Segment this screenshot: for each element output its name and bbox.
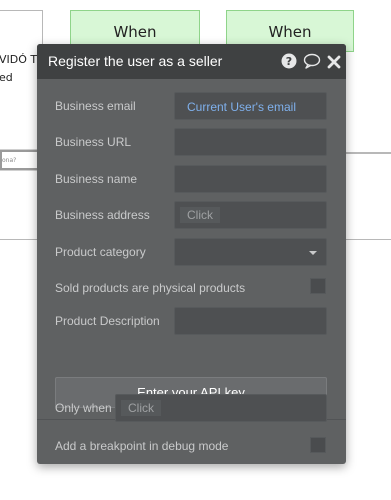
breakpoint-row: Add a breakpoint in debug mode bbox=[37, 432, 346, 462]
only-when-placeholder: Click bbox=[121, 400, 161, 416]
business-url-row: Business URL bbox=[37, 128, 346, 158]
when-event-card-label: When bbox=[268, 23, 312, 41]
background-input-text: ona? bbox=[2, 157, 17, 164]
business-address-placeholder: Click bbox=[180, 207, 220, 223]
business-email-field[interactable]: Current User's email bbox=[174, 92, 327, 120]
business-address-field[interactable]: Click bbox=[174, 201, 327, 229]
background-card-text-line2: ed bbox=[0, 71, 13, 84]
physical-products-row: Sold products are physical products bbox=[37, 274, 346, 304]
product-category-label: Product category bbox=[55, 245, 146, 259]
only-when-label: Only when bbox=[55, 401, 112, 415]
only-when-field[interactable]: Click bbox=[115, 394, 327, 422]
product-description-row: Product Description bbox=[37, 307, 346, 337]
background-group-panel bbox=[345, 152, 391, 240]
product-description-label: Product Description bbox=[55, 314, 160, 328]
close-icon[interactable] bbox=[327, 54, 341, 69]
product-category-row: Product category bbox=[37, 238, 346, 268]
business-name-label: Business name bbox=[55, 172, 138, 186]
breakpoint-label: Add a breakpoint in debug mode bbox=[55, 439, 229, 453]
modal-header[interactable]: Register the user as a seller ? bbox=[37, 44, 346, 79]
business-url-label: Business URL bbox=[55, 135, 132, 149]
business-name-row: Business name bbox=[37, 165, 346, 195]
business-name-field[interactable] bbox=[174, 165, 327, 193]
when-event-card-label: When bbox=[113, 23, 157, 41]
physical-products-label: Sold products are physical products bbox=[55, 281, 246, 295]
comment-icon[interactable] bbox=[303, 53, 321, 69]
modal-body: Business email Current User's email Busi… bbox=[37, 79, 346, 464]
svg-text:?: ? bbox=[286, 55, 292, 68]
product-description-field[interactable] bbox=[174, 307, 327, 335]
business-email-row: Business email Current User's email bbox=[37, 92, 346, 122]
chevron-down-icon bbox=[309, 251, 317, 255]
business-address-label: Business address bbox=[55, 208, 150, 222]
product-category-dropdown[interactable] bbox=[174, 238, 327, 266]
physical-products-checkbox[interactable] bbox=[310, 278, 326, 294]
business-email-value: Current User's email bbox=[187, 100, 296, 114]
modal-title: Register the user as a seller bbox=[48, 53, 223, 69]
business-email-label: Business email bbox=[55, 99, 136, 113]
business-address-row: Business address Click bbox=[37, 201, 346, 231]
business-url-field[interactable] bbox=[174, 128, 327, 156]
help-icon[interactable]: ? bbox=[281, 53, 297, 69]
only-when-row: Only when Click bbox=[37, 394, 346, 424]
breakpoint-checkbox[interactable] bbox=[310, 437, 326, 453]
action-property-editor: Register the user as a seller ? Business… bbox=[37, 44, 346, 464]
